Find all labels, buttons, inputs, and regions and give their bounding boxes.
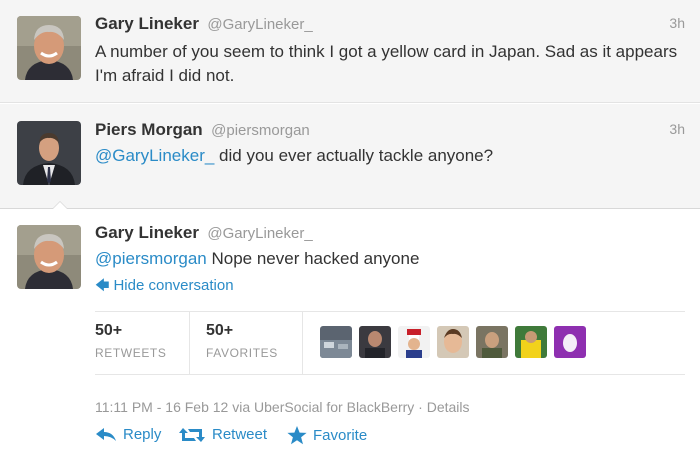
username[interactable]: @GaryLineker_ bbox=[207, 16, 312, 33]
tweet-header: Piers Morgan @piersmorgan 3h bbox=[95, 120, 685, 142]
favorites-label: FAVORITES bbox=[206, 346, 278, 360]
tweet-header: Gary Lineker @GaryLineker_ 3h bbox=[95, 14, 685, 36]
retweeter-avatar[interactable] bbox=[515, 326, 547, 358]
retweets-stat[interactable]: 50+ RETWEETS bbox=[95, 322, 166, 360]
tweet-2[interactable]: Piers Morgan @piersmorgan 3h @GaryLineke… bbox=[0, 104, 700, 209]
avatar[interactable] bbox=[17, 121, 81, 185]
reply-arrow-icon bbox=[96, 427, 116, 441]
retweet-label: Retweet bbox=[212, 426, 268, 443]
username[interactable]: @piersmorgan bbox=[211, 122, 310, 139]
hide-conversation-link[interactable]: 🡄 Hide conversation bbox=[95, 275, 234, 299]
retweets-count: 50+ bbox=[95, 322, 123, 339]
retweeter-avatar[interactable] bbox=[398, 326, 430, 358]
tweet-1[interactable]: Gary Lineker @GaryLineker_ 3h A number o… bbox=[0, 0, 700, 103]
timestamp[interactable]: 3h bbox=[669, 121, 685, 137]
hide-conversation-label: Hide conversation bbox=[113, 277, 234, 294]
star-icon bbox=[287, 426, 307, 445]
tweet-stats: 50+ RETWEETS 50+ FAVORITES bbox=[95, 311, 685, 375]
favorites-stat[interactable]: 50+ FAVORITES bbox=[206, 322, 278, 360]
tweet-body: did you ever actually tackle anyone? bbox=[214, 146, 494, 165]
reply-button[interactable]: Reply bbox=[95, 426, 161, 443]
avatar[interactable] bbox=[17, 16, 81, 80]
retweeter-avatar[interactable] bbox=[554, 326, 586, 358]
stat-divider bbox=[189, 312, 190, 374]
retweet-icon bbox=[179, 427, 205, 442]
tweet-body: Nope never hacked anyone bbox=[206, 249, 420, 268]
retweeter-avatar[interactable] bbox=[320, 326, 352, 358]
favorite-button[interactable]: Favorite bbox=[287, 426, 367, 445]
tweet-header: Gary Lineker @GaryLineker_ bbox=[95, 223, 685, 245]
favorite-label: Favorite bbox=[313, 427, 368, 444]
reply-label: Reply bbox=[123, 426, 162, 443]
avatar[interactable] bbox=[17, 225, 81, 289]
retweeter-avatar[interactable] bbox=[359, 326, 391, 358]
retweet-button[interactable]: Retweet bbox=[178, 426, 267, 443]
fullname[interactable]: Gary Lineker bbox=[95, 14, 199, 33]
tweet-3-expanded[interactable]: Gary Lineker @GaryLineker_ @piersmorgan … bbox=[0, 209, 700, 461]
stat-divider bbox=[302, 312, 303, 374]
mention-link[interactable]: @piersmorgan bbox=[95, 249, 207, 268]
fullname[interactable]: Piers Morgan bbox=[95, 120, 203, 139]
favorites-count: 50+ bbox=[206, 322, 234, 339]
username[interactable]: @GaryLineker_ bbox=[207, 225, 312, 242]
tweet-text: @GaryLineker_ did you ever actually tack… bbox=[95, 144, 685, 168]
tweet-meta[interactable]: 11:11 PM - 16 Feb 12 via UberSocial for … bbox=[95, 399, 470, 415]
retweeter-avatar[interactable] bbox=[437, 326, 469, 358]
timestamp[interactable]: 3h bbox=[669, 15, 685, 31]
fullname[interactable]: Gary Lineker bbox=[95, 223, 199, 242]
tweet-text: @piersmorgan Nope never hacked anyone bbox=[95, 247, 685, 271]
tweet-text: A number of you seem to think I got a ye… bbox=[95, 42, 678, 85]
retweeter-avatar[interactable] bbox=[476, 326, 508, 358]
retweets-label: RETWEETS bbox=[95, 346, 167, 360]
mention-link[interactable]: @GaryLineker_ bbox=[95, 146, 214, 165]
back-arrow-icon: 🡄 bbox=[95, 277, 110, 293]
